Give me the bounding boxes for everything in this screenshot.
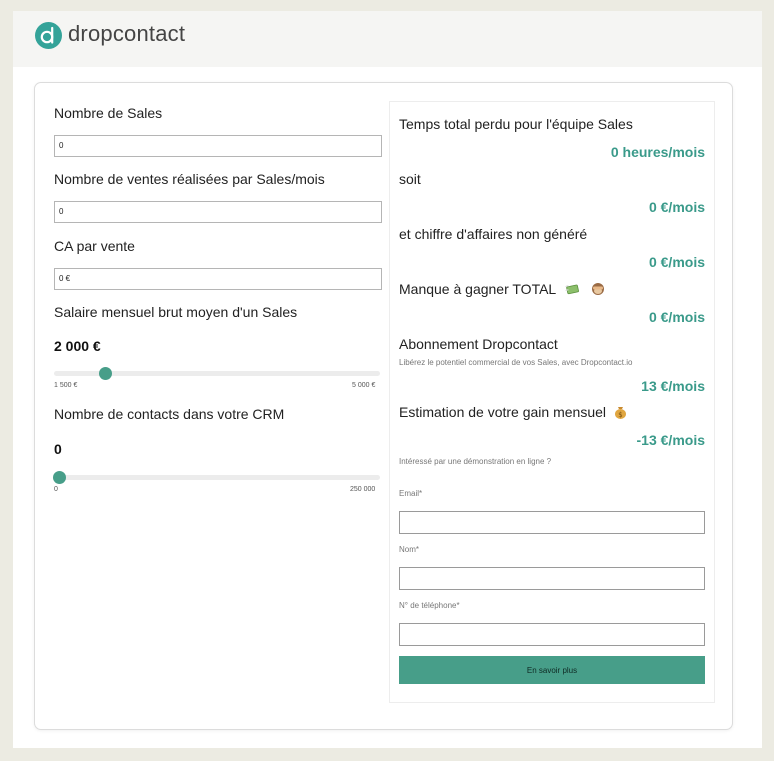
subscription-sublabel: Libérez le potentiel commercial de vos S… [399,358,633,367]
sales-count-label: Nombre de Sales [54,105,163,121]
revenue-per-sale-input[interactable]: 0 € [54,268,382,290]
subscription-label: Abonnement Dropcontact [399,336,558,352]
salary-label: Salaire mensuel brut moyen d'un Sales [54,304,298,320]
crm-contacts-label: Nombre de contacts dans votre CRM [54,406,285,422]
subscription-value: 13 €/mois [641,378,705,394]
sales-per-month-input[interactable]: 0 [54,201,382,223]
see-no-evil-monkey-icon [591,282,605,299]
cost-value: 0 €/mois [648,199,705,215]
revenue-lost-label: et chiffre d'affaires non généré [399,226,588,242]
time-lost-value: 0 heures/mois [610,144,705,160]
top-header: dropcontact [13,11,762,67]
monthly-gain-value: -13 €/mois [636,432,705,448]
sales-count-input[interactable]: 0 [54,135,382,157]
crm-contacts-min-label: 0 [54,486,58,493]
brand-name: dropcontact [68,21,186,46]
name-field[interactable] [399,567,705,590]
sales-per-month-label: Nombre de ventes réalisées par Sales/moi… [54,171,325,187]
salary-min-label: 1 500 € [54,382,78,389]
calculator-card: Nombre de Sales 0 Nombre de ventes réali… [34,82,733,730]
email-label: Email* [399,489,423,498]
phone-field[interactable] [399,623,705,646]
crm-contacts-max-label: 250 000 [350,486,376,493]
total-loss-label: Manque à gagner TOTAL [399,281,556,297]
crm-contacts-value: 0 [54,441,62,457]
money-with-wings-icon [564,282,580,298]
svg-text:$: $ [618,411,622,419]
monthly-gain-row: Estimation de votre gain mensuel $ [399,404,627,422]
crm-contacts-slider[interactable] [53,471,380,484]
dropcontact-logo-icon [35,22,62,49]
demo-intro-text: Intéressé par une démonstration en ligne… [399,457,552,466]
monthly-gain-label: Estimation de votre gain mensuel [399,404,606,420]
salary-max-label: 5 000 € [352,382,376,389]
time-lost-label: Temps total perdu pour l'équipe Sales [399,116,633,132]
money-bag-icon: $ [614,405,627,422]
email-field[interactable] [399,511,705,534]
revenue-per-sale-label: CA par vente [54,238,135,254]
salary-value: 2 000 € [54,338,101,354]
crm-contacts-slider-handle[interactable] [53,471,66,484]
submit-button[interactable]: En savoir plus [399,656,705,684]
page-body: Nombre de Sales 0 Nombre de ventes réali… [13,67,762,748]
salary-slider[interactable] [54,367,380,380]
revenue-lost-value: 0 €/mois [648,254,705,270]
salary-slider-handle[interactable] [99,367,112,380]
phone-label: N° de téléphone* [399,601,460,610]
cost-label: soit [399,171,421,187]
results-panel: Temps total perdu pour l'équipe Sales 0 … [389,101,715,703]
total-loss-row: Manque à gagner TOTAL [399,281,605,299]
total-loss-value: 0 €/mois [648,309,705,325]
name-label: Nom* [399,545,420,554]
